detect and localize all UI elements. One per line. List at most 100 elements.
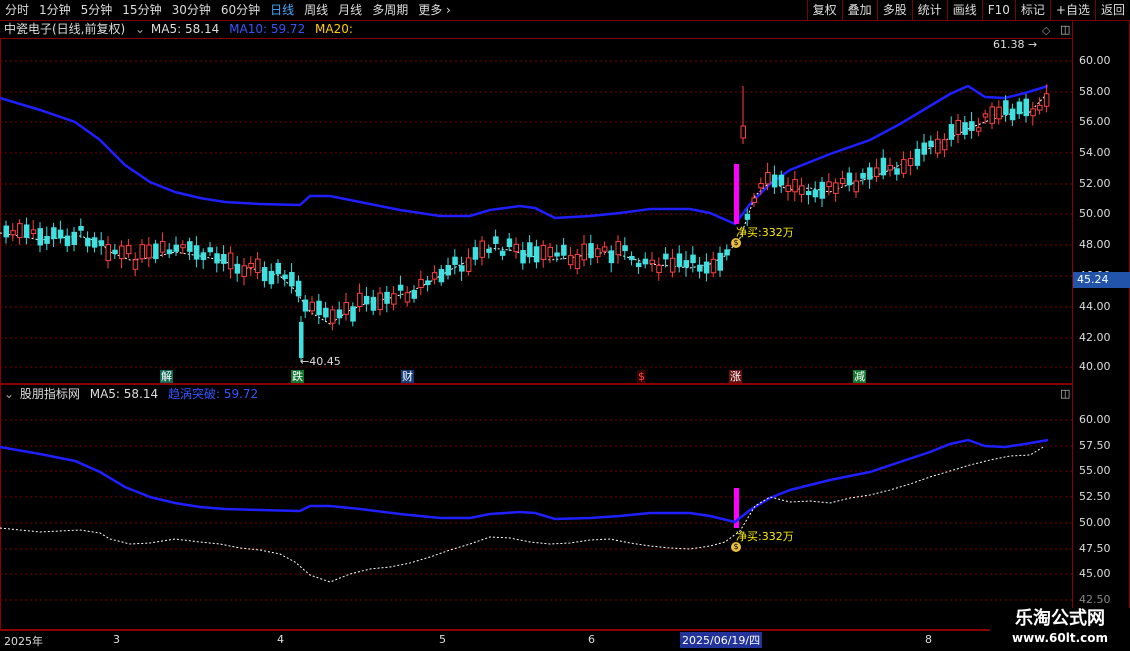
candle-body — [343, 302, 349, 315]
event-marker-5[interactable]: 减 — [853, 370, 866, 383]
date-label: 2025年 — [4, 635, 43, 648]
toolbar-button-0[interactable]: 复权 — [806, 0, 842, 20]
candle-body — [533, 246, 540, 263]
period-tab-8[interactable]: 月线 — [333, 0, 367, 20]
period-tab-3[interactable]: 15分钟 — [117, 0, 166, 20]
sub-net-buy-label: 净买:332万 — [736, 530, 794, 543]
candle-body — [316, 300, 322, 316]
candle-body — [3, 225, 9, 238]
net-buy-label: 净买:332万 — [736, 226, 794, 239]
candle-body — [520, 250, 526, 264]
candle-body — [397, 284, 404, 291]
period-tab-2[interactable]: 5分钟 — [76, 0, 118, 20]
sub-price-axis: 60.00 57.50 55.00 52.50 50.00 47.50 45.00 42.50 — [1073, 384, 1130, 630]
event-marker-3[interactable]: $ — [637, 370, 646, 383]
candle-body — [663, 253, 669, 260]
candle-body — [1023, 98, 1029, 117]
toolbar-button-6[interactable]: 标记 — [1014, 0, 1050, 20]
candle-body — [146, 244, 152, 259]
candle-body — [98, 240, 105, 247]
candle-body — [792, 179, 798, 193]
candle-body — [540, 244, 547, 260]
watermark-title: 乐淘公式网 — [1015, 608, 1105, 629]
candle-body — [241, 265, 247, 277]
candle-body — [105, 244, 111, 262]
candle-body — [1037, 104, 1043, 111]
upper-band-line — [0, 84, 1049, 226]
candle-body — [125, 245, 132, 255]
low-price-text: 40.45 — [309, 355, 341, 368]
candle-body — [309, 301, 315, 312]
candle-body — [873, 167, 880, 178]
candle-body — [51, 227, 57, 239]
period-tab-6[interactable]: 日线 — [265, 0, 299, 20]
sub-money-bag-icon: $ — [731, 542, 741, 552]
toolbar-button-3[interactable]: 统计 — [911, 0, 947, 20]
toolbar-button-1[interactable]: 叠加 — [841, 0, 877, 20]
spike-candle-body — [740, 125, 746, 139]
period-tab-10[interactable]: 更多 › — [413, 0, 456, 20]
candle-body — [758, 183, 764, 189]
period-tab-9[interactable]: 多周期 — [367, 0, 413, 20]
date-label: 5 — [439, 633, 446, 646]
candle-body — [193, 245, 200, 260]
candle-body — [717, 252, 723, 271]
sub-axis-tick: 57.50 — [1079, 439, 1111, 452]
candle-body — [370, 296, 377, 311]
candle-body — [289, 272, 295, 287]
candle-body — [771, 174, 778, 188]
period-tab-1[interactable]: 1分钟 — [34, 0, 76, 20]
candle-body — [479, 240, 485, 258]
candle-body — [248, 262, 254, 269]
period-tab-4[interactable]: 30分钟 — [167, 0, 216, 20]
toolbar-button-7[interactable]: +自选 — [1049, 0, 1095, 20]
candle-body — [765, 171, 771, 185]
candle-body — [561, 244, 567, 256]
watermark-logo: 乐淘公式网 www.60lt.com — [990, 608, 1130, 648]
candle-body — [119, 245, 125, 260]
candle-body — [227, 252, 234, 270]
candle-body — [132, 259, 139, 270]
event-marker-0[interactable]: 解 — [160, 370, 173, 383]
main-axis-tick: 58.00 — [1079, 85, 1111, 98]
low-candle-body — [299, 322, 304, 358]
toolbar-button-8[interactable]: 返回 — [1094, 0, 1130, 20]
candle-body — [860, 172, 866, 179]
candle-body — [941, 139, 948, 151]
candle-body — [214, 253, 220, 264]
candle-body — [64, 235, 71, 247]
current-price-label: 45.24 — [1073, 272, 1130, 288]
candle-body — [690, 254, 696, 264]
kline-chart[interactable] — [0, 20, 1073, 630]
event-marker-1[interactable]: 跌 — [291, 370, 304, 383]
watermark-url: www.60lt.com — [1011, 631, 1109, 645]
candle-body — [975, 127, 982, 132]
candle-body — [676, 253, 683, 267]
period-tab-5[interactable]: 60分钟 — [216, 0, 265, 20]
candle-body — [744, 213, 751, 220]
candle-body — [17, 223, 23, 239]
candle-body — [527, 242, 533, 258]
candle-body — [486, 248, 492, 253]
candle-body — [159, 241, 166, 253]
candle-body — [363, 295, 370, 305]
toolbar-button-2[interactable]: 多股 — [876, 0, 912, 20]
candle-body — [853, 180, 859, 193]
low-price-marker: ←40.45 — [300, 355, 341, 368]
candle-body — [683, 260, 689, 268]
period-tab-7[interactable]: 周线 — [299, 0, 333, 20]
candle-body — [418, 279, 424, 288]
candle-body — [547, 246, 553, 258]
period-tab-0[interactable]: 分时 — [0, 0, 34, 20]
candle-body — [23, 224, 30, 238]
event-marker-2[interactable]: 财 — [401, 370, 414, 383]
candle-body — [153, 243, 159, 260]
candle-body — [268, 271, 275, 285]
toolbar-button-5[interactable]: F10 — [981, 0, 1015, 20]
candle-body — [506, 238, 513, 248]
candle-body — [962, 122, 968, 135]
event-marker-4[interactable]: 涨 — [729, 370, 742, 383]
candle-body — [982, 113, 989, 118]
candle-body — [221, 254, 227, 264]
toolbar-button-4[interactable]: 画线 — [946, 0, 982, 20]
